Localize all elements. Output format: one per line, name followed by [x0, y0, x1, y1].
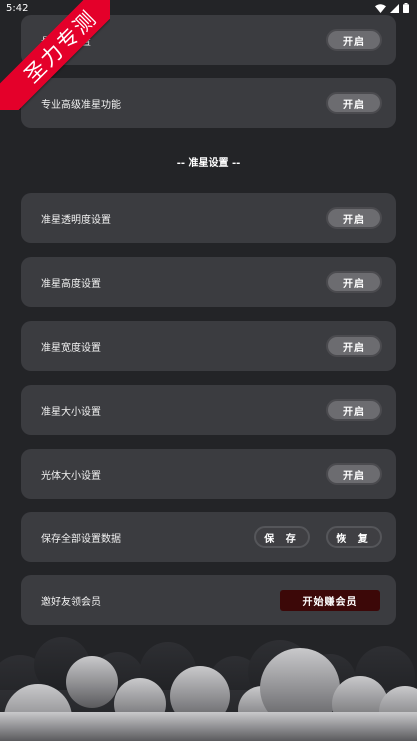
card-label: 保存全部设置数据 — [41, 533, 121, 545]
card-crosshair-size: 准星大小设置 开启 — [21, 385, 396, 435]
battery-icon — [403, 3, 409, 13]
card-label: 专业高级准星功能 — [41, 99, 121, 111]
signal-icon — [390, 3, 399, 13]
save-restore-group: 保 存 恢 复 — [254, 526, 382, 548]
enable-button[interactable]: 开启 — [326, 399, 382, 421]
wifi-icon — [375, 3, 386, 13]
card-floating-window: 悬浮窗设置 开启 — [21, 15, 396, 65]
card-label: 准星透明度设置 — [41, 214, 111, 226]
restore-button[interactable]: 恢 复 — [326, 526, 382, 548]
save-button[interactable]: 保 存 — [254, 526, 310, 548]
section-title: -- 准星设置 -- — [176, 158, 241, 169]
card-pro-crosshair: 专业高级准星功能 开启 — [21, 78, 396, 128]
enable-button[interactable]: 开启 — [326, 92, 382, 114]
card-crosshair-width: 准星宽度设置 开启 — [21, 321, 396, 371]
card-label: 准星大小设置 — [41, 406, 101, 418]
enable-button[interactable]: 开启 — [326, 207, 382, 229]
status-bar: 5:42 — [0, 0, 417, 16]
card-label: 准星宽度设置 — [41, 342, 101, 354]
earn-membership-button[interactable]: 开始赚会员 — [280, 589, 380, 611]
card-label: 光体大小设置 — [41, 470, 101, 482]
card-save-settings: 保存全部设置数据 保 存 恢 复 — [21, 512, 396, 562]
card-label: 悬浮窗设置 — [41, 36, 91, 48]
clouds-decoration — [0, 637, 417, 741]
card-label: 邀好友领会员 — [41, 596, 101, 608]
card-label: 准星高度设置 — [41, 278, 101, 290]
card-crosshair-height: 准星高度设置 开启 — [21, 257, 396, 307]
card-light-size: 光体大小设置 开启 — [21, 449, 396, 499]
card-crosshair-opacity: 准星透明度设置 开启 — [21, 193, 396, 243]
status-icons — [375, 3, 409, 13]
enable-button[interactable]: 开启 — [326, 271, 382, 293]
card-invite-friends: 邀好友领会员 开始赚会员 — [21, 575, 396, 625]
enable-button[interactable]: 开启 — [326, 29, 382, 51]
enable-button[interactable]: 开启 — [326, 335, 382, 357]
status-time: 5:42 — [6, 2, 29, 14]
enable-button[interactable]: 开启 — [326, 463, 382, 485]
